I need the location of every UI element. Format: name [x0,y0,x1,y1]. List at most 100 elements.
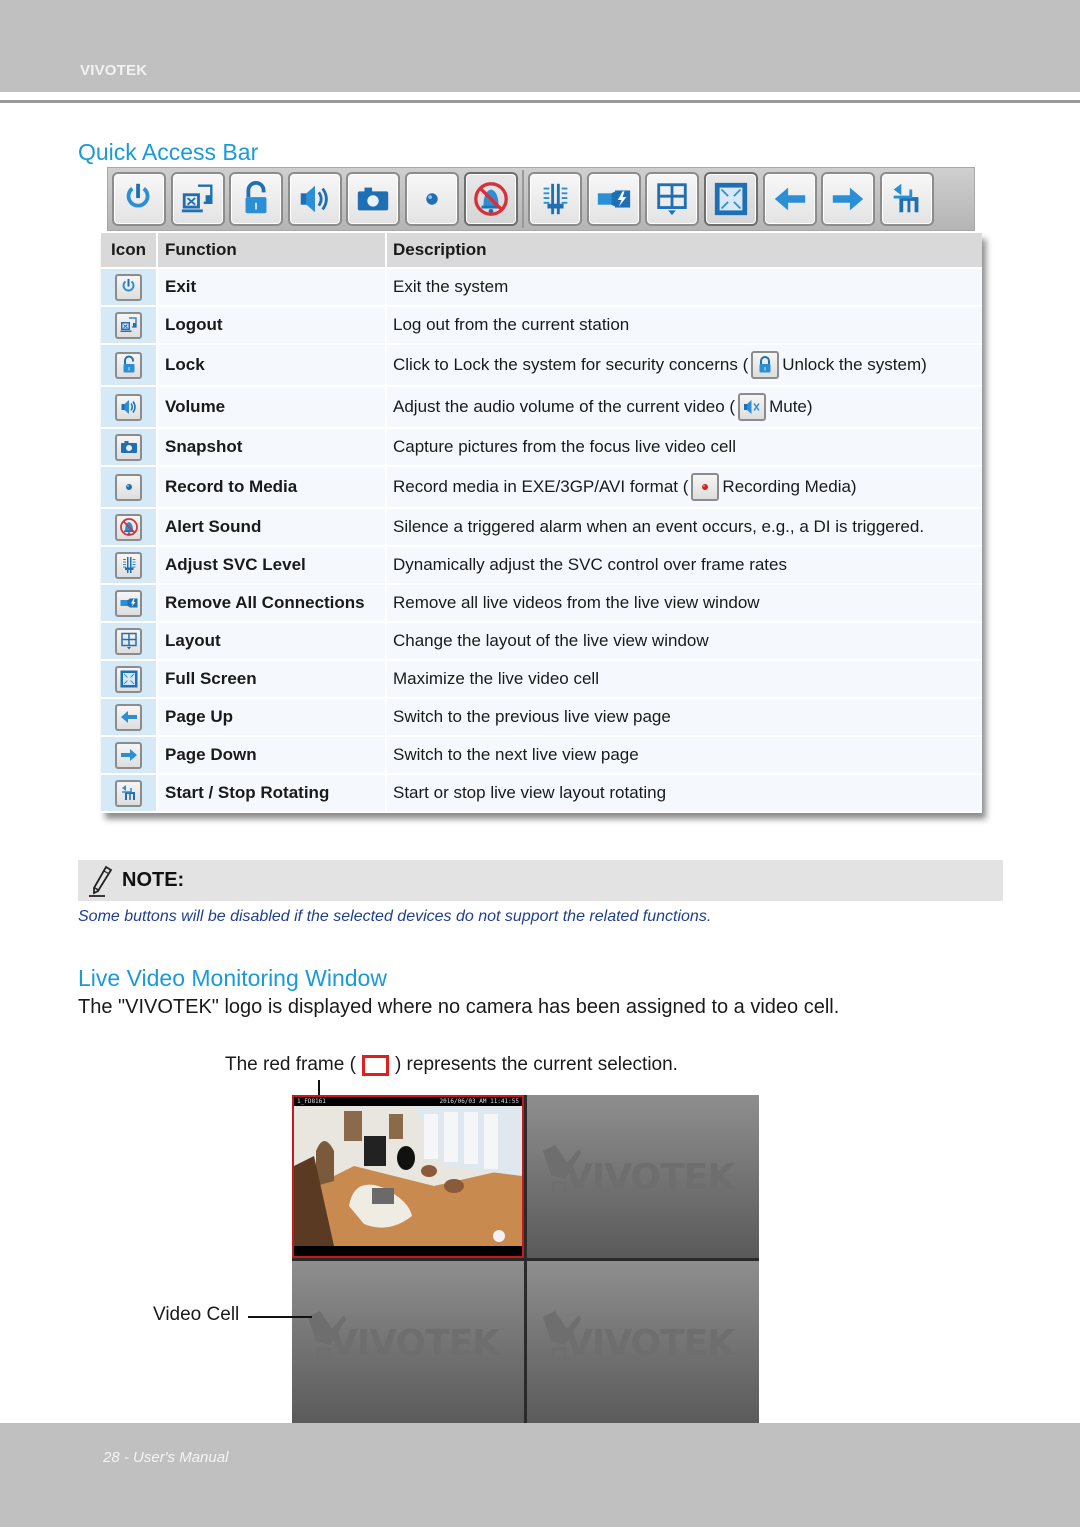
row-description-text-after: Mute) [769,397,813,416]
table-row: Start / Stop Rotating Start or stop live … [101,775,982,813]
toolbar-button-full-screen[interactable] [703,172,758,226]
toolbar-button-page-down[interactable] [821,172,876,226]
row-description: Silence a triggered alarm when an event … [387,509,982,545]
toolbar-button-volume[interactable] [287,172,342,226]
power-icon [126,183,150,208]
row-function: Start / Stop Rotating [158,775,387,811]
video-cell-empty[interactable]: VIVOTEK [527,1095,759,1258]
camera-icon [358,187,389,211]
fullscreen-icon [120,670,137,688]
row-icon-button [115,703,142,731]
quick-access-title: Quick Access Bar [78,139,259,165]
toolbar-button-logout[interactable] [170,172,225,226]
row-icon-button [115,473,142,501]
row-icon-button [115,433,142,461]
row-function: Exit [158,269,387,305]
toolbar-button-snapshot[interactable] [346,172,401,226]
vivotek-logo-text: VIVOTEK [330,1323,500,1364]
row-description-text: Click to Lock the system for security co… [393,355,749,374]
row-icon-button [115,273,142,301]
logout-icon [181,184,213,213]
toolbar-button-adjust-svc-level[interactable] [528,172,583,226]
row-function: Lock [158,345,387,385]
quick-access-table: Icon Function Description Exit Exit the s… [101,233,982,813]
row-icon-cell [101,547,158,583]
toolbar-button-remove-all-connections[interactable] [586,172,641,226]
toolbar-button-page-up[interactable] [762,172,817,226]
row-function: Alert Sound [158,509,387,545]
note-label: NOTE: [122,869,185,891]
arrow-left-icon [120,711,137,723]
col-header-function: Function [158,233,387,267]
live-video-paragraph: The "VIVOTEK" logo is displayed where no… [78,996,840,1018]
row-description: Remove all live videos from the live vie… [387,585,982,621]
table-row: Layout Change the layout of the live view… [101,623,982,661]
page-footer-band [0,1423,1080,1527]
table-row: Page Up Switch to the previous live view … [101,699,982,737]
video-cell-selected[interactable]: 1_FD8161 2016/06/03 AM 11:41:55 [292,1095,524,1258]
table-row: Page Down Switch to the next live view pa… [101,737,982,775]
row-icon-button [115,393,142,421]
table-row: Snapshot Capture pictures from the focus … [101,429,982,467]
video-cell-empty[interactable]: VIVOTEK [527,1261,759,1425]
row-icon-cell [101,661,158,697]
toolbar-button-lock[interactable] [229,172,284,226]
row-description-text: Switch to the previous live view page [393,707,671,726]
row-description-text-after: Unlock the system) [782,355,927,374]
row-description-text: Start or stop live view layout rotating [393,783,667,802]
row-icon-cell [101,585,158,621]
lock-icon [751,351,780,379]
table-row: Record to Media Record media in EXE/3GP/A… [101,467,982,509]
toolbar-button-record-to-media[interactable] [404,172,459,226]
row-description: Switch to the next live view page [387,737,982,773]
video-cell-caption: Video Cell [153,1304,240,1325]
row-description: Maximize the live video cell [387,661,982,697]
recording-red-dot-icon [702,484,709,490]
volume-icon [300,185,328,213]
record-dot-icon [426,193,438,205]
row-icon-button [115,741,142,769]
row-icon-button [115,551,142,579]
row-description-text: Remove all live videos from the live vie… [393,593,760,612]
toolbar-button-exit[interactable] [112,172,166,226]
row-icon-button [115,627,142,655]
row-function: Adjust SVC Level [158,547,387,583]
row-function: Full Screen [158,661,387,697]
note-bar: NOTE: [78,860,1003,901]
row-description: Dynamically adjust the SVC control over … [387,547,982,583]
row-description-text: Adjust the audio volume of the current v… [393,397,736,416]
row-description-text: Log out from the current station [393,315,630,334]
fullscreen-icon [714,182,748,216]
toolbar-button-layout[interactable] [645,172,700,226]
toolbar-button-alert-sound[interactable] [463,172,518,226]
table-row: Full Screen Maximize the live video cell [101,661,982,699]
toolbar-button-start-stop-rotating[interactable] [879,172,934,226]
rotate-icon [893,183,919,213]
row-icon-cell [101,387,158,427]
col-header-description: Description [393,240,487,259]
row-description: Record media in EXE/3GP/AVI format (Reco… [387,467,982,507]
row-description-text: Dynamically adjust the SVC control over … [393,555,787,574]
video-osd: 1_FD8161 2016/06/03 AM 11:41:55 [294,1097,522,1106]
col-header-icon: Icon [101,233,158,267]
row-icon-button [115,779,142,807]
mute-icon [744,400,760,414]
video-cell-empty[interactable]: VIVOTEK [292,1261,524,1425]
unlock-icon [123,355,134,373]
remove-connections-icon [597,190,630,208]
row-description-text: Change the layout of the live view windo… [393,631,709,650]
row-icon-cell [101,699,158,735]
video-camera-name: 1_FD8161 [297,1098,326,1105]
row-icon-cell [101,429,158,465]
red-frame-pointer-line [318,1080,320,1096]
rotate-icon [121,785,135,800]
table-row: Exit Exit the system [101,269,982,307]
video-grid: 1_FD8161 2016/06/03 AM 11:41:55 VIVOTEK … [292,1095,759,1425]
table-row: Adjust SVC Level Dynamically adjust the S… [101,547,982,585]
row-description: Click to Lock the system for security co… [387,345,982,385]
row-icon-cell [101,269,158,305]
vivotek-logo-text: VIVOTEK [565,1323,735,1364]
row-icon-cell [101,467,158,507]
unlock-icon [245,181,267,214]
video-timestamp: 2016/06/03 AM 11:41:55 [439,1098,519,1105]
